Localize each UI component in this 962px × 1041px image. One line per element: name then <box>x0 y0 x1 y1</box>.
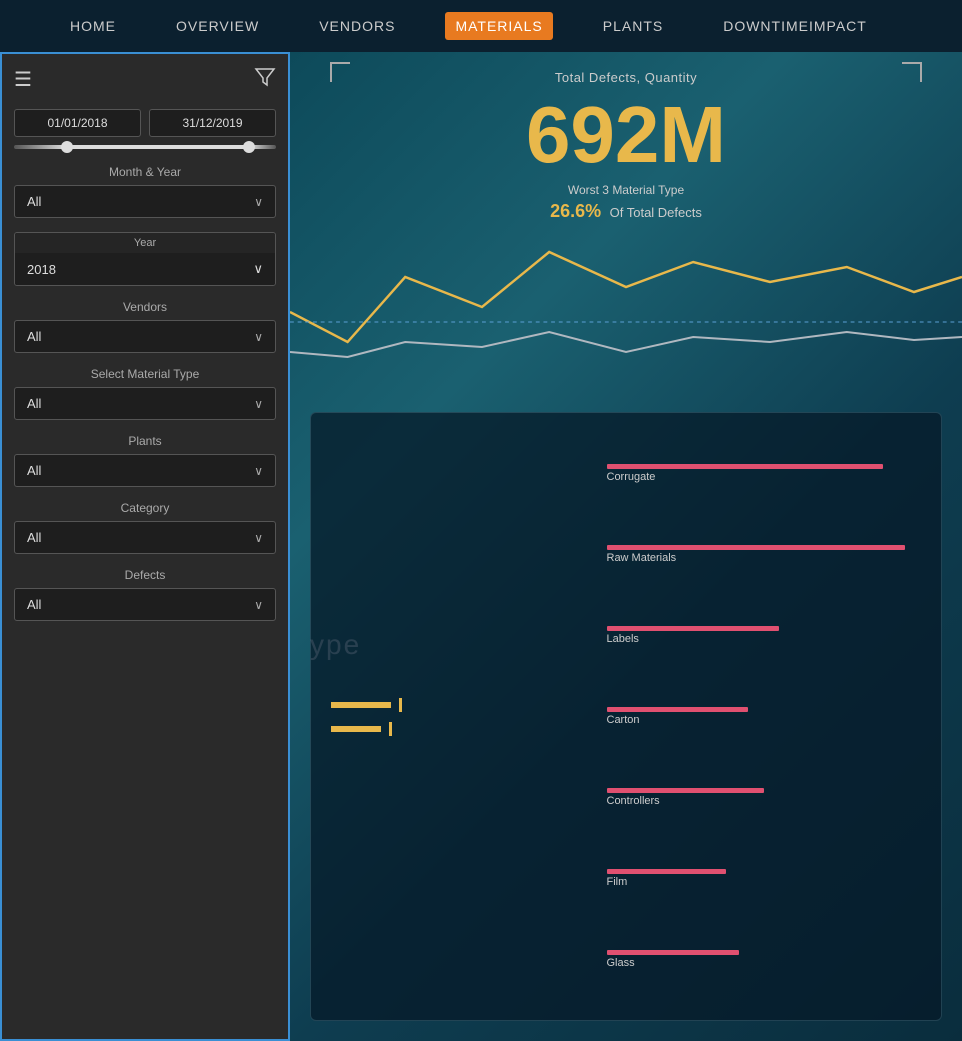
right-bars: Corrugate Raw Materials Labels Carton Co… <box>597 433 922 1000</box>
bar-item-raw-materials: Raw Materials <box>607 545 922 564</box>
plants-label: Plants <box>14 434 276 448</box>
nav-home[interactable]: Home <box>60 12 126 40</box>
chart-percent: 26.6% Of Total Defects <box>330 201 922 222</box>
corner-tr <box>902 62 922 82</box>
category-dropdown[interactable]: All ∨ <box>14 521 276 554</box>
plants-section: Plants All ∨ <box>14 434 276 487</box>
category-label: Category <box>14 501 276 515</box>
hamburger-icon[interactable]: ☰ <box>14 67 32 92</box>
pink-bar <box>607 707 749 712</box>
pink-bar <box>607 869 727 874</box>
percent-label: Of Total Defects <box>610 205 702 220</box>
line-chart <box>290 222 962 382</box>
nav-plants[interactable]: Plants <box>593 12 673 40</box>
bar-label: Corrugate <box>607 471 922 483</box>
nav-downtime-impact[interactable]: DowntimeImpact <box>713 12 877 40</box>
nav-materials[interactable]: Materials <box>445 12 552 40</box>
main-content-area: Total Defects, Quantity 692M Worst 3 Mat… <box>290 52 962 1041</box>
month-year-label: Month & Year <box>14 165 276 179</box>
chevron-down-icon: ∨ <box>254 330 263 344</box>
bar-label: Carton <box>607 714 922 726</box>
plants-value: All <box>27 463 41 478</box>
percent-value: 26.6% <box>550 201 601 221</box>
pink-bar <box>607 464 884 469</box>
defects-label: Defects <box>14 568 276 582</box>
chevron-down-icon: ∨ <box>254 464 263 478</box>
material-type-value: All <box>27 396 41 411</box>
bar-label: Glass <box>607 957 922 969</box>
chart-title: Total Defects, Quantity <box>330 62 922 85</box>
bottom-chart-panel: Corrugate Raw Materials Labels Carton Co… <box>310 412 942 1021</box>
sidebar-header: ☰ <box>14 66 276 93</box>
defects-section: Defects All ∨ <box>14 568 276 621</box>
year-dropdown[interactable]: 2018 ∨ <box>15 253 275 285</box>
bar-label: Raw Materials <box>607 552 922 564</box>
chevron-down-icon: ∨ <box>254 195 263 209</box>
material-type-label: Select Material Type <box>14 367 276 381</box>
bar-item-carton: Carton <box>607 707 922 726</box>
plants-dropdown[interactable]: All ∨ <box>14 454 276 487</box>
vendors-value: All <box>27 329 41 344</box>
left-bar-2 <box>331 722 577 736</box>
defects-dropdown[interactable]: All ∨ <box>14 588 276 621</box>
navbar: Home Overview Vendors Materials Plants D… <box>0 0 962 52</box>
chart-subtitle: Worst 3 Material Type <box>330 183 922 197</box>
category-value: All <box>27 530 41 545</box>
chevron-down-icon: ∨ <box>254 531 263 545</box>
total-defects-number: 692M <box>330 95 922 175</box>
yellow-bar <box>331 726 381 732</box>
bar-label: Film <box>607 876 922 888</box>
vendors-dropdown[interactable]: All ∨ <box>14 320 276 353</box>
date-end[interactable]: 31/12/2019 <box>149 109 276 137</box>
bar-item-controllers: Controllers <box>607 788 922 807</box>
pink-bar <box>607 626 780 631</box>
chevron-down-icon: ∨ <box>254 397 263 411</box>
left-bar-1 <box>331 698 577 712</box>
bar-label: Controllers <box>607 795 922 807</box>
sidebar-panel: ☰ 01/01/2018 31/12/2019 Month & Year All… <box>0 52 290 1041</box>
chevron-down-icon: ∨ <box>254 598 263 612</box>
year-section: Year 2018 ∨ <box>14 232 276 286</box>
year-value: 2018 <box>27 262 56 277</box>
nav-vendors[interactable]: Vendors <box>309 12 405 40</box>
range-slider[interactable] <box>14 145 276 149</box>
year-label: Year <box>15 233 275 253</box>
date-range-row: 01/01/2018 31/12/2019 <box>14 109 276 137</box>
material-type-section: Select Material Type All ∨ <box>14 367 276 420</box>
month-year-value: All <box>27 194 41 209</box>
pink-bar <box>607 788 764 793</box>
pink-bar <box>607 545 906 550</box>
pink-bar <box>607 950 739 955</box>
month-year-section: Month & Year All ∨ <box>14 165 276 218</box>
defects-value: All <box>27 597 41 612</box>
bar-item-labels: Labels <box>607 626 922 645</box>
bar-tick <box>399 698 402 712</box>
vendors-section: Vendors All ∨ <box>14 300 276 353</box>
category-section: Category All ∨ <box>14 501 276 554</box>
bar-item-film: Film <box>607 869 922 888</box>
date-start[interactable]: 01/01/2018 <box>14 109 141 137</box>
bar-item-glass: Glass <box>607 950 922 969</box>
corner-tl <box>330 62 350 82</box>
vendors-label: Vendors <box>14 300 276 314</box>
nav-overview[interactable]: Overview <box>166 12 269 40</box>
material-type-dropdown[interactable]: All ∨ <box>14 387 276 420</box>
chevron-down-icon: ∨ <box>253 261 263 277</box>
bar-label: Labels <box>607 633 922 645</box>
filter-icon[interactable] <box>254 66 276 93</box>
yellow-bar <box>331 702 391 708</box>
bar-item-corrugate: Corrugate <box>607 464 922 483</box>
top-chart: Total Defects, Quantity 692M Worst 3 Mat… <box>330 62 922 382</box>
month-year-dropdown[interactable]: All ∨ <box>14 185 276 218</box>
bar-tick <box>389 722 392 736</box>
left-bars <box>331 433 597 1000</box>
